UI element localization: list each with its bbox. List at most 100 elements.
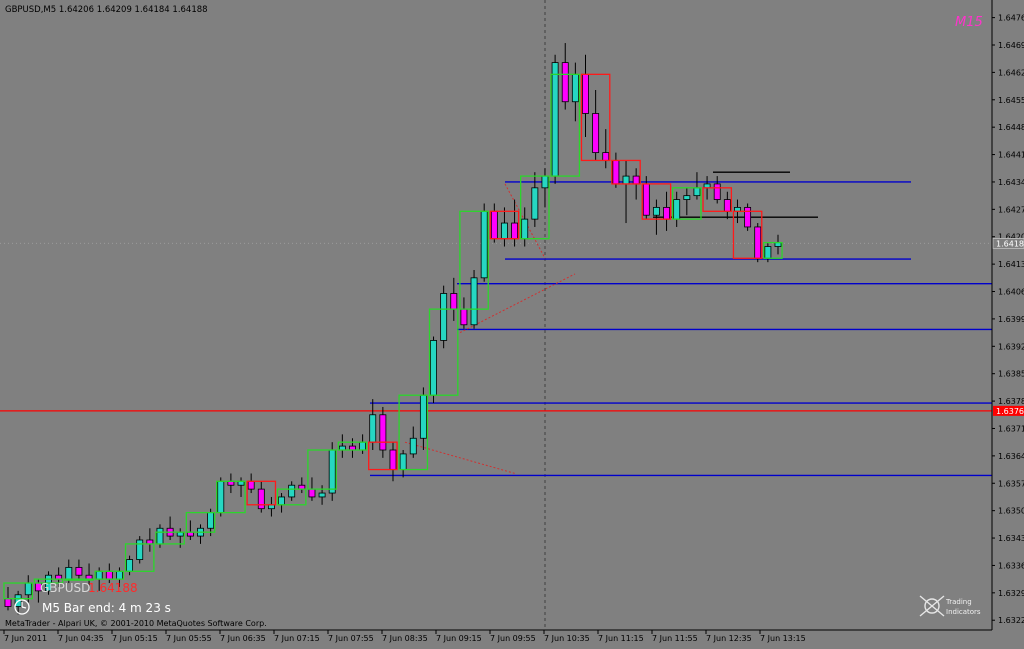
htf-box-2 [64,578,94,581]
price-tick-label-3: 1.64555 [998,96,1024,105]
symbol-overlay: GBPUSD [40,581,90,595]
price-tick-label-1: 1.64695 [998,41,1024,50]
candle-body-67 [683,195,691,200]
candle-body-32 [328,449,336,494]
candle-body-41 [419,394,427,439]
time-tick-label-1: 7 Jun 04:35 [58,634,104,643]
candle-body-57 [582,73,589,114]
candle-body-21 [217,480,225,514]
time-tick-label-11: 7 Jun 11:15 [598,634,644,643]
candle-body-6 [65,566,73,580]
candle-body-27 [278,496,285,506]
candle-body-24 [247,480,255,490]
price-chart[interactable]: 1.64765 1.64695 1.64625 1.64555 1.64485 1.644… [0,0,1024,645]
candle-body-52 [531,187,539,220]
time-tick-label-12: 7 Jun 11:55 [652,634,698,643]
candle-body-59 [602,152,610,161]
chart-title: GBPUSD,M5 1.64206 1.64209 1.64184 1.6418… [5,5,208,15]
candle-body-31 [318,492,326,498]
price-tick-label-5: 1.64415 [998,151,1024,160]
time-tick-label-8: 7 Jun 09:15 [436,634,482,643]
price-tick-label-4: 1.64485 [998,123,1024,132]
time-tick-label-0: 7 Jun 2011 [4,634,47,643]
candle-body-35 [359,441,367,451]
candle-body-73 [744,206,752,228]
copyright-text: MetaTrader - Alpari UK, © 2001-2010 Meta… [5,619,267,628]
candle-body-60 [612,160,620,185]
candle-body-13 [136,539,144,560]
price-tick-label-13: 1.63855 [998,370,1024,379]
candle-body-51 [521,218,529,240]
price-tick-label-2: 1.64625 [998,68,1024,77]
watermark-top-text: Trading [945,598,972,606]
candle-body-25 [257,488,265,510]
candle-body-28 [288,484,296,498]
time-tick-label-7: 7 Jun 08:35 [382,634,428,643]
candle-body-7 [75,566,83,576]
candle-body-75 [764,246,772,259]
candle-body-11 [116,570,123,580]
price-tick-label-22: 1.63225 [998,616,1024,625]
candle-body-0 [4,598,12,607]
price-tick-label-0: 1.64765 [998,14,1024,23]
candle-body-63 [642,183,650,216]
price-tick-label-9: 1.64135 [998,260,1024,269]
candle-body-40 [409,437,417,455]
candle-body-45 [460,308,468,326]
candle-body-2 [24,582,32,596]
candle-body-47 [480,210,488,279]
candle-body-43 [440,293,448,341]
candle-body-62 [632,175,640,185]
candle-body-65 [663,206,670,220]
price-tick-label-18: 1.63505 [998,507,1024,516]
candle-body-53 [541,175,549,189]
price-tick-label-20: 1.63365 [998,561,1024,570]
symbol-price-overlay: 1.64188 [88,581,138,595]
time-tick-label-14: 7 Jun 13:15 [760,634,806,643]
candle-body-71 [723,199,731,212]
candle-body-49 [501,222,508,240]
bar-timer: M5 Bar end: 4 m 23 s [42,601,171,615]
time-tick-label-5: 7 Jun 07:15 [274,634,320,643]
candle-body-20 [207,512,215,529]
candle-body-50 [511,222,519,240]
price-tick-label-16: 1.63645 [998,452,1024,461]
candle-body-66 [673,199,681,220]
watermark-bottom-text: Indicators [946,608,981,616]
price-tick-label-15: 1.63715 [998,424,1024,433]
candle-body-30 [308,488,316,498]
time-tick-label-2: 7 Jun 05:15 [112,634,158,643]
time-tick-label-4: 7 Jun 06:35 [220,634,266,643]
candle-body-10 [105,570,113,580]
chart-window: 1.64765 1.64695 1.64625 1.64555 1.64485 1.644… [0,0,1024,645]
candle-body-74 [754,226,762,259]
bid-price-label: 1.64188 [996,239,1024,248]
price-tick-label-14: 1.63785 [998,397,1024,406]
candle-body-42 [430,340,437,396]
price-tick-label-19: 1.63435 [998,534,1024,543]
time-tick-label-13: 7 Jun 12:35 [706,634,752,643]
price-tick-label-11: 1.63995 [998,315,1024,324]
time-tick-label-3: 7 Jun 05:55 [166,634,212,643]
candle-body-54 [551,62,559,177]
time-tick-label-9: 7 Jun 09:55 [490,634,536,643]
candle-body-38 [389,449,397,470]
candle-body-64 [652,206,660,216]
candle-body-55 [561,62,569,103]
time-tick-label-6: 7 Jun 07:55 [328,634,374,643]
price-tick-label-10: 1.64065 [998,288,1024,297]
candle-body-48 [490,210,498,240]
price-tick-label-21: 1.63295 [998,589,1024,598]
candle-body-36 [369,414,377,443]
candle-body-15 [156,527,164,545]
candle-body-9 [95,570,103,580]
candle-body-37 [379,414,387,451]
candle-body-68 [693,187,701,197]
candle-body-44 [450,293,458,310]
candle-body-46 [470,277,478,326]
candle-body-58 [592,113,600,154]
price-tick-label-17: 1.63575 [998,479,1024,488]
candle-body-39 [399,453,407,470]
candle-body-61 [622,175,630,185]
candle-body-70 [713,183,721,200]
